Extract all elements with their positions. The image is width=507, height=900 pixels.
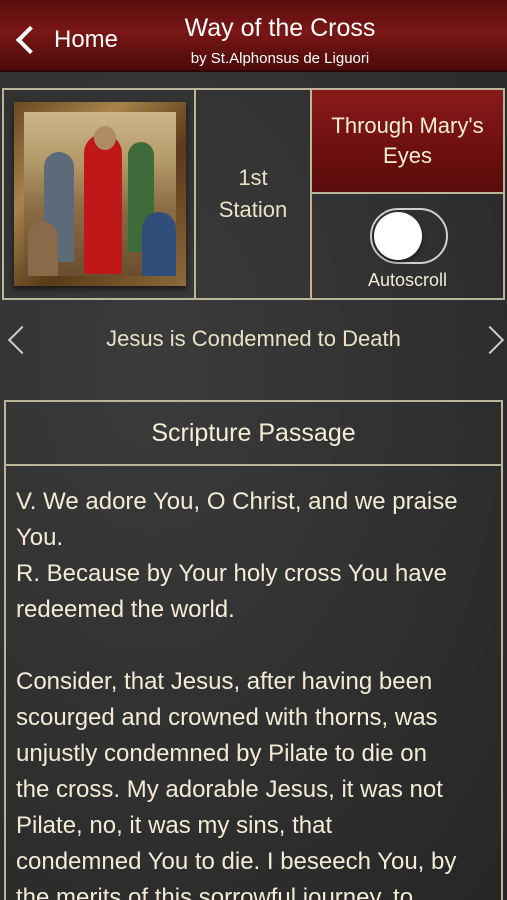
mary-button-line1: Through Mary's bbox=[331, 113, 484, 138]
page-subtitle: by St.Alphonsus de Liguori bbox=[190, 50, 370, 67]
passage-text: V. We adore You, O Christ, and we praise… bbox=[6, 466, 501, 900]
meditation-line: Pilate, no, it was my sins, that bbox=[16, 812, 333, 839]
station-word: Station bbox=[218, 197, 288, 222]
previous-station-chevron-icon[interactable] bbox=[7, 325, 37, 355]
autoscroll-toggle[interactable] bbox=[370, 208, 448, 264]
station-number: 1st bbox=[238, 165, 268, 190]
station-title: Jesus is Condemned to Death bbox=[106, 326, 401, 351]
back-label: Home bbox=[54, 26, 119, 53]
meditation-line: Consider, that Jesus, after having been bbox=[16, 668, 433, 695]
meditation-line: the cross. My adorable Jesus, it was not bbox=[16, 776, 443, 803]
response-line: redeemed the world. bbox=[16, 596, 235, 623]
page-title: Way of the Cross bbox=[184, 14, 376, 42]
meditation-line: the merits of this sorrowful journey, to bbox=[16, 884, 414, 900]
home-back-button[interactable]: Home bbox=[10, 20, 118, 60]
scripture-passage-panel[interactable]: Scripture Passage V. We adore You, O Chr… bbox=[4, 400, 503, 900]
meditation-line: scourged and crowned with thorns, was bbox=[16, 704, 438, 731]
response-line: R. Because by Your holy cross You have bbox=[16, 560, 447, 587]
meditation-line: condemned You to die. I beseech You, by bbox=[16, 848, 457, 875]
mary-button-line2: Eyes bbox=[383, 143, 432, 168]
nav-bar: Home Way of the Cross by St.Alphonsus de… bbox=[0, 0, 507, 72]
chevron-left-icon bbox=[15, 25, 45, 55]
station-painting bbox=[14, 102, 186, 286]
station-number-cell: 1st Station bbox=[194, 88, 312, 300]
autoscroll-cell: Autoscroll bbox=[310, 192, 505, 300]
passage-heading: Scripture Passage bbox=[6, 402, 501, 466]
autoscroll-label: Autoscroll bbox=[367, 270, 448, 290]
through-marys-eyes-button[interactable]: Through Mary's Eyes bbox=[310, 88, 505, 194]
toggle-knob bbox=[374, 212, 422, 260]
meditation-line: unjustly condemned by Pilate to die on bbox=[16, 740, 427, 767]
versicle-line: You. bbox=[16, 524, 64, 551]
station-header-grid: 1st Station Through Mary's Eyes Autoscro… bbox=[0, 88, 507, 300]
next-station-chevron-icon[interactable] bbox=[475, 325, 505, 355]
station-title-row: Jesus is Condemned to Death bbox=[0, 312, 507, 372]
station-image-cell bbox=[2, 88, 196, 300]
versicle-line: V. We adore You, O Christ, and we praise bbox=[16, 488, 458, 515]
